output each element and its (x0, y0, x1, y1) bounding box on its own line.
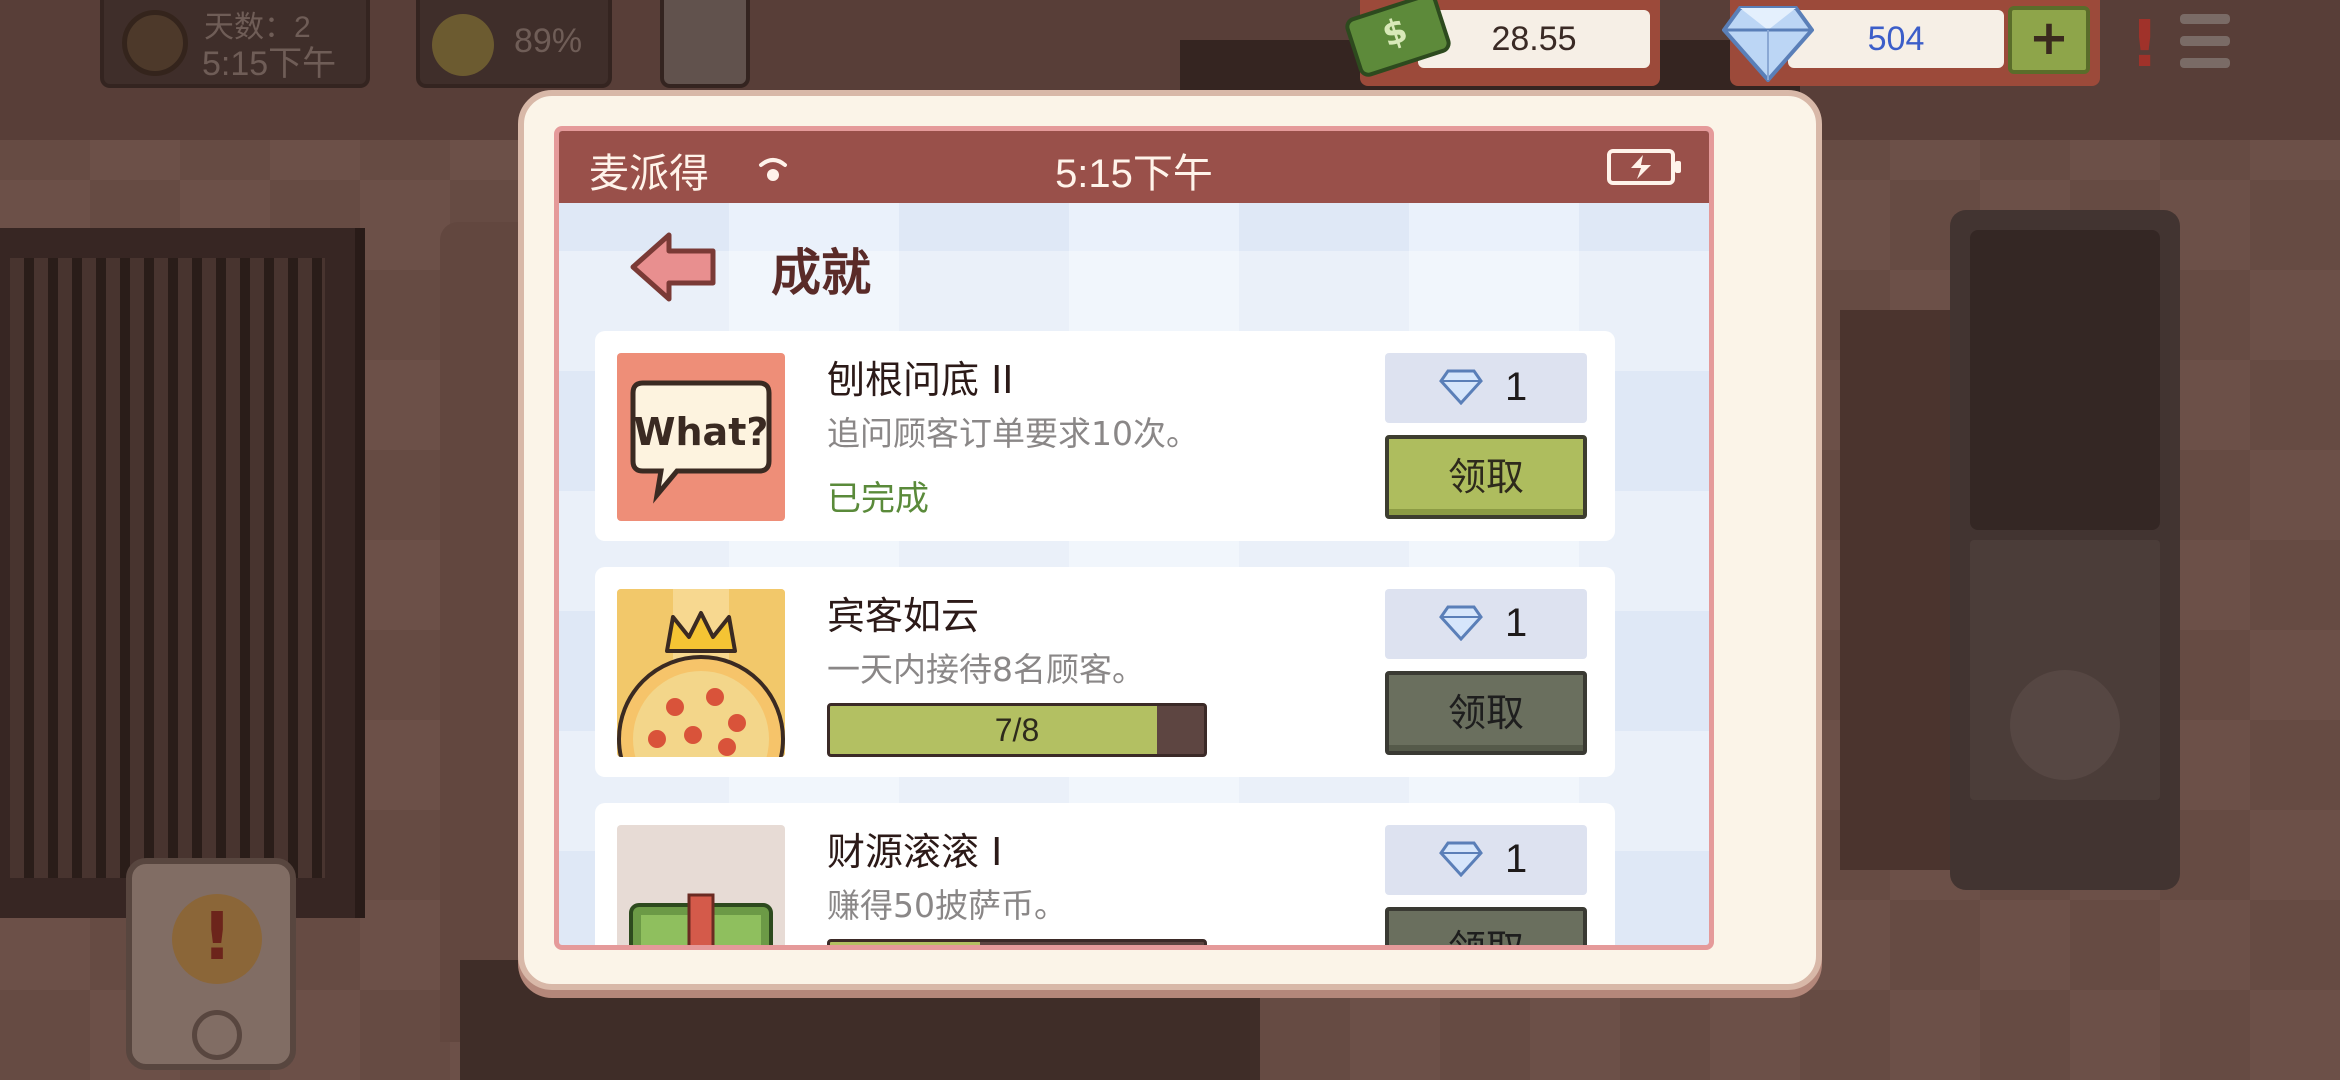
speech-bubble-icon: What? (617, 353, 785, 521)
claim-button[interactable]: 领取 (1385, 435, 1587, 519)
achievement-title: 刨根问底 II (827, 358, 1014, 402)
achievement-card: 财源滚滚 I 赚得50披萨币。 1 领取 (595, 803, 1615, 945)
gem-icon (1439, 605, 1483, 641)
reward-amount: 1 (1505, 837, 1528, 881)
reward-box: 1 (1385, 353, 1587, 423)
menu-icon-bar (2180, 36, 2230, 46)
achievement-description: 一天内接待8名顾客。 (827, 650, 1145, 689)
progress-bar (827, 939, 1207, 945)
achievement-description: 追问顾客订单要求10次。 (827, 414, 1199, 453)
progress-fill (830, 942, 980, 945)
progress-label: 7/8 (994, 712, 1040, 748)
tablet-screen: 麦派得 5:15下午 成就 What? 刨根问底 II 追问顾客订单要求10次。… (554, 126, 1714, 950)
notification-icon[interactable]: ! (2130, 8, 2159, 82)
gem-display: 504 + (1722, 0, 2100, 86)
achievement-description: 赚得50披萨币。 (827, 886, 1067, 925)
gem-field: 504 (1788, 10, 2004, 68)
pizza-crown-icon (617, 589, 785, 757)
reward-box: 1 (1385, 589, 1587, 659)
menu-button[interactable] (2150, 0, 2240, 88)
battery-icon (1607, 149, 1681, 185)
progress-bar: 7/8 (827, 703, 1207, 757)
menu-icon (2180, 14, 2230, 24)
gem-value: 504 (1867, 20, 1925, 58)
back-arrow-icon[interactable] (629, 231, 719, 303)
gem-icon (1439, 841, 1483, 877)
claim-button[interactable]: 领取 (1385, 671, 1587, 755)
money-field: 28.55 (1418, 10, 1650, 68)
money-display: 28.55 (1342, 0, 1660, 86)
gem-icon (1722, 6, 1814, 82)
money-stack-icon (617, 825, 785, 945)
achievement-status: 已完成 (827, 479, 929, 519)
money-value: 28.55 (1491, 20, 1577, 58)
achievement-tablet: 麦派得 5:15下午 成就 What? 刨根问底 II 追问顾客订单要求10次。… (518, 90, 1822, 990)
menu-icon-bar (2180, 58, 2230, 68)
gem-icon (1439, 369, 1483, 405)
reward-box: 1 (1385, 825, 1587, 895)
reward-amount: 1 (1505, 365, 1528, 409)
achievement-title: 财源滚滚 I (827, 830, 1003, 874)
buy-gems-button[interactable]: + (2008, 6, 2090, 74)
nav-row: 成就 (559, 203, 1709, 329)
reward-amount: 1 (1505, 601, 1528, 645)
thumb-text: What? (634, 410, 769, 454)
page-title: 成就 (771, 244, 871, 302)
claim-button[interactable]: 领取 (1385, 907, 1587, 945)
achievement-card: What? 刨根问底 II 追问顾客订单要求10次。 已完成 1 领取 (595, 331, 1615, 541)
status-bar: 麦派得 5:15下午 (559, 131, 1709, 203)
achievement-title: 宾客如云 (827, 594, 980, 638)
achievement-card: 宾客如云 一天内接待8名顾客。 7/8 1 领取 (595, 567, 1615, 777)
phone-clock: 5:15下午 (1055, 152, 1213, 196)
